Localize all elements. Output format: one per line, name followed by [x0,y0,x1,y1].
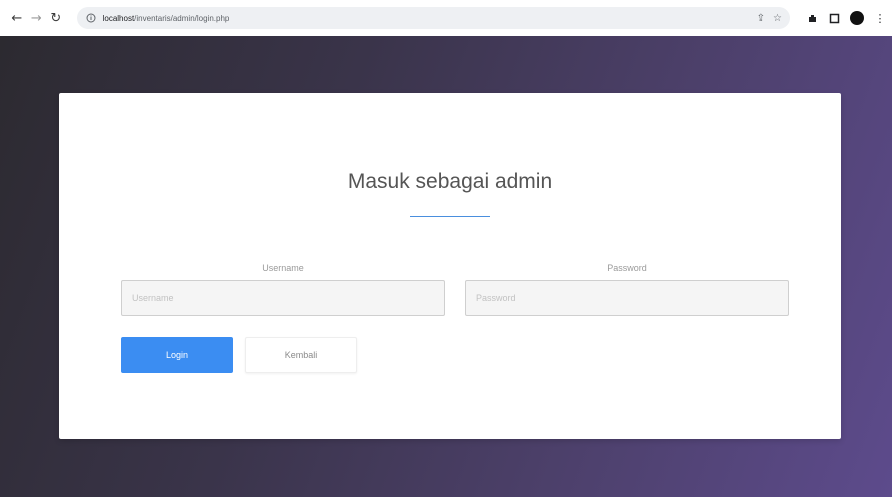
username-input[interactable] [121,280,445,316]
bookmark-star-icon[interactable]: ☆ [773,13,782,24]
profile-avatar[interactable] [850,11,864,25]
toolbar-icons: ⋮ [806,11,886,25]
extensions-icon[interactable] [806,12,818,24]
address-bar-actions: ⇪ ☆ [757,13,782,24]
username-label: Username [262,263,304,273]
address-bar[interactable]: localhost/inventaris/admin/login.php ⇪ ☆ [76,7,790,29]
url-text: localhost/inventaris/admin/login.php [103,14,230,23]
site-info-icon[interactable] [85,12,97,24]
browser-toolbar: ← → ↻ localhost/inventaris/admin/login.p… [0,0,892,36]
forward-arrow-icon[interactable]: → [28,9,46,27]
back-arrow-icon[interactable]: ← [8,9,26,27]
page-title: Masuk sebagai admin [347,170,553,193]
password-input[interactable] [465,280,789,316]
reload-icon[interactable]: ↻ [47,9,65,27]
back-button[interactable]: Kembali [245,337,357,373]
url-host: localhost [102,13,135,23]
title-underline [410,216,490,217]
password-label: Password [607,263,647,273]
url-path: /inventaris/admin/login.php [134,13,230,23]
kebab-menu-icon[interactable]: ⋮ [874,12,886,25]
tab-window-icon[interactable] [828,12,840,24]
login-card: Masuk sebagai admin Username Password Lo… [59,93,841,439]
login-button[interactable]: Login [121,337,233,373]
share-icon[interactable]: ⇪ [757,13,765,24]
